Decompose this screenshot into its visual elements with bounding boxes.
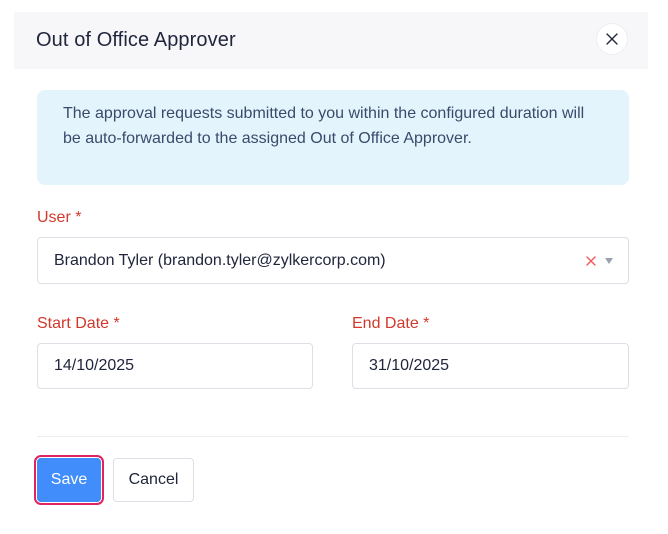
dialog-header: Out of Office Approver	[14, 12, 648, 69]
end-date-label: End Date *	[352, 315, 430, 332]
save-button[interactable]: Save	[34, 455, 104, 505]
out-of-office-dialog: Out of Office Approver The approval requ…	[0, 0, 668, 534]
start-date-label: Start Date *	[37, 315, 120, 332]
start-date-input[interactable]	[37, 343, 313, 389]
footer-divider	[37, 436, 629, 437]
close-icon	[606, 33, 618, 45]
clear-icon[interactable]	[585, 255, 597, 267]
end-date-input[interactable]	[352, 343, 629, 389]
user-select-value: Brandon Tyler (brandon.tyler@zylkercorp.…	[54, 252, 386, 269]
caret-down-icon[interactable]	[605, 258, 613, 264]
user-label: User *	[37, 209, 82, 226]
user-select[interactable]: Brandon Tyler (brandon.tyler@zylkercorp.…	[37, 237, 629, 284]
info-banner: The approval requests submitted to you w…	[37, 90, 629, 185]
dialog-title: Out of Office Approver	[36, 29, 236, 51]
close-button[interactable]	[596, 23, 628, 55]
info-message: The approval requests submitted to you w…	[63, 105, 585, 147]
cancel-button[interactable]: Cancel	[113, 458, 194, 502]
